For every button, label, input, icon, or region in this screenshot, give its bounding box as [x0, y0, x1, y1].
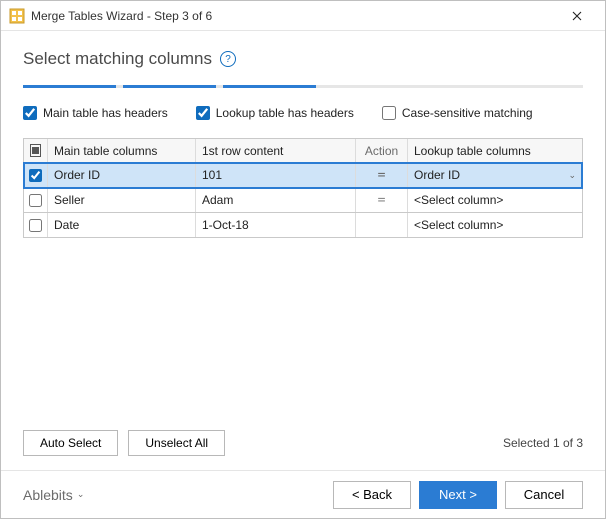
header-lookup-col[interactable]: Lookup table columns [408, 139, 582, 162]
main-headers-input[interactable] [23, 106, 37, 120]
lookup-column-cell[interactable]: <Select column> [408, 188, 582, 212]
header-firstrow-col[interactable]: 1st row content [196, 139, 356, 162]
selection-status: Selected 1 of 3 [503, 436, 583, 450]
equals-icon: = [378, 193, 386, 208]
back-button[interactable]: < Back [333, 481, 411, 509]
chevron-down-icon: ⌄ [77, 489, 85, 500]
columns-grid: Main table columns 1st row content Actio… [23, 138, 583, 238]
row-checkbox-cell[interactable] [24, 163, 48, 187]
auto-select-button[interactable]: Auto Select [23, 430, 118, 456]
content-area: Select matching columns ? Main table has… [1, 31, 605, 470]
main-column-cell: Order ID [48, 163, 196, 187]
close-icon [572, 11, 582, 21]
main-headers-label: Main table has headers [43, 106, 168, 120]
footer: Ablebits ⌄ < Back Next > Cancel [1, 470, 605, 518]
action-cell: = [356, 188, 408, 212]
cancel-button[interactable]: Cancel [505, 481, 583, 509]
table-row[interactable]: SellerAdam = <Select column> [24, 188, 582, 213]
main-headers-checkbox[interactable]: Main table has headers [23, 106, 168, 120]
indeterminate-icon [30, 144, 41, 157]
page-heading: Select matching columns ? [23, 49, 583, 69]
header-main-col[interactable]: Main table columns [48, 139, 196, 162]
brand-menu[interactable]: Ablebits ⌄ [23, 487, 84, 503]
title-bar: Merge Tables Wizard - Step 3 of 6 [1, 1, 605, 31]
case-sensitive-input[interactable] [382, 106, 396, 120]
row-checkbox[interactable] [29, 194, 42, 207]
next-button[interactable]: Next > [419, 481, 497, 509]
action-cell: = [356, 163, 408, 187]
unselect-all-button[interactable]: Unselect All [128, 430, 225, 456]
brand-label: Ablebits [23, 487, 73, 503]
table-row[interactable]: Order ID101 = Order ID⌄ [24, 163, 582, 188]
equals-icon: = [378, 168, 386, 183]
heading-text: Select matching columns [23, 49, 212, 69]
header-action-col[interactable]: Action [356, 139, 408, 162]
action-cell [356, 213, 408, 237]
close-button[interactable] [557, 1, 597, 31]
grid-header: Main table columns 1st row content Actio… [24, 139, 582, 163]
app-icon [9, 8, 25, 24]
lookup-headers-checkbox[interactable]: Lookup table has headers [196, 106, 354, 120]
header-select-all[interactable] [24, 139, 48, 162]
lookup-column-cell[interactable]: Order ID⌄ [408, 163, 582, 187]
options-row: Main table has headers Lookup table has … [23, 106, 583, 120]
case-sensitive-label: Case-sensitive matching [402, 106, 533, 120]
lookup-headers-label: Lookup table has headers [216, 106, 354, 120]
case-sensitive-checkbox[interactable]: Case-sensitive matching [382, 106, 533, 120]
firstrow-cell: Adam [196, 188, 356, 212]
help-icon[interactable]: ? [220, 51, 236, 67]
row-checkbox-cell[interactable] [24, 213, 48, 237]
chevron-down-icon[interactable]: ⌄ [568, 170, 576, 181]
step-progress [23, 85, 583, 88]
grid-buttons-row: Auto Select Unselect All Selected 1 of 3 [23, 418, 583, 456]
firstrow-cell: 101 [196, 163, 356, 187]
main-column-cell: Date [48, 213, 196, 237]
row-checkbox-cell[interactable] [24, 188, 48, 212]
window-title: Merge Tables Wizard - Step 3 of 6 [31, 9, 557, 23]
wizard-window: Merge Tables Wizard - Step 3 of 6 Select… [0, 0, 606, 519]
lookup-headers-input[interactable] [196, 106, 210, 120]
main-column-cell: Seller [48, 188, 196, 212]
firstrow-cell: 1-Oct-18 [196, 213, 356, 237]
grid-body: Order ID101 = Order ID⌄ SellerAdam = <Select … [24, 163, 582, 238]
row-checkbox[interactable] [29, 169, 42, 182]
table-row[interactable]: Date1-Oct-18 <Select column> [24, 213, 582, 238]
lookup-column-cell[interactable]: <Select column> [408, 213, 582, 237]
row-checkbox[interactable] [29, 219, 42, 232]
